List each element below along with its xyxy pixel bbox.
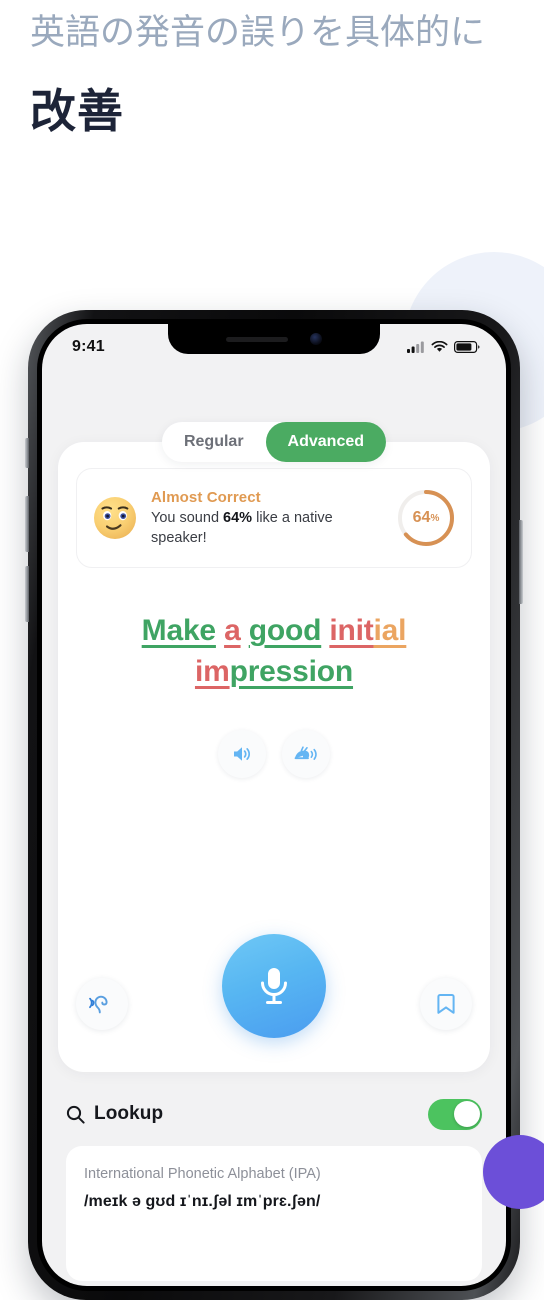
phone-notch [168,324,380,354]
sentence-line-1: Make a good initial [84,610,464,651]
score-text-block: Almost Correct You sound 64% like a nati… [151,488,383,548]
phone-volume-up-button [25,496,29,552]
mode-tabs: Regular Advanced [161,422,387,462]
battery-icon [454,341,480,353]
wifi-icon [431,341,448,352]
bookmark-icon [437,994,455,1014]
ipa-transcription: /meɪk ə gʊd ɪˈnɪ.ʃəl ɪmˈprɛ.ʃən/ [84,1193,321,1211]
score-card: Almost Correct You sound 64% like a nati… [76,468,472,568]
headline: 英語の発音の誤りを具体的に 改善 [30,8,510,134]
play-slow-audio-button[interactable] [282,730,330,778]
score-progress-ring: 64% [395,487,457,549]
earpiece-speaker [226,336,288,342]
slightly-smiling-face-emoji [94,497,136,539]
lookup-label: Lookup [94,1103,164,1124]
practice-card: Almost Correct You sound 64% like a nati… [58,442,490,1072]
lookup-row: Lookup [66,1094,482,1134]
ipa-title: International Phonetic Alphabet (IPA) [84,1166,321,1182]
sentence-line-2: impression [84,651,464,692]
app-content: Regular Advanced Almost Correct You soun… [42,364,506,1286]
score-description: You sound 64% like a native speaker! [151,508,383,548]
sentence-segment: init [329,614,374,647]
score-desc-value: 64% [223,510,253,527]
sentence-segment [216,614,224,647]
tab-regular[interactable]: Regular [162,422,266,462]
sentence-segment: good [248,614,322,647]
signal-bars-icon [407,341,424,353]
toggle-knob [453,1101,480,1127]
listen-button[interactable] [76,978,128,1030]
phone-mockup: 9:41 Regular Advanced Almost Correct You… [25,310,523,1300]
phone-screen: 9:41 Regular Advanced Almost Correct You… [42,324,506,1286]
score-desc-before: You sound [151,510,224,527]
headline-subtitle: 英語の発音の誤りを具体的に [30,13,486,52]
status-bar-time: 9:41 [72,338,105,355]
bookmark-button[interactable] [420,978,472,1030]
score-title: Almost Correct [151,488,261,506]
lookup-toggle-switch[interactable] [428,1098,482,1130]
lookup-label-group: Lookup [66,1103,163,1125]
sentence-segment: Make [141,614,216,647]
status-bar-icons [407,341,480,353]
sentence-segment: im [194,655,230,689]
target-sentence[interactable]: Make a good initial impression [84,610,464,693]
front-camera-icon [310,333,322,345]
phone-volume-down-button [25,566,29,622]
speaker-icon [234,747,250,761]
action-buttons-row [76,934,472,1050]
microphone-icon [261,968,287,1004]
record-button[interactable] [222,934,326,1038]
sentence-segment: ial [373,614,407,647]
sentence-segment [241,614,249,647]
ear-listen-icon [89,995,108,1014]
play-audio-button[interactable] [218,730,266,778]
sentence-segment: a [224,614,241,647]
sentence-segment: pression [229,655,354,689]
phone-bezel: 9:41 Regular Advanced Almost Correct You… [37,319,511,1291]
headline-title: 改善 [30,84,124,137]
score-ring-label: 64% [395,487,457,549]
audio-buttons-row [58,730,490,778]
tab-advanced[interactable]: Advanced [265,422,387,462]
phone-power-button [519,520,523,604]
score-ring-percent-sign: % [430,512,440,524]
phone-mute-switch [25,438,29,468]
score-ring-value: 64 [412,509,431,526]
snail-slow-audio-icon [294,746,317,760]
search-icon [66,1105,85,1124]
ipa-card: International Phonetic Alphabet (IPA) /m… [66,1146,482,1281]
